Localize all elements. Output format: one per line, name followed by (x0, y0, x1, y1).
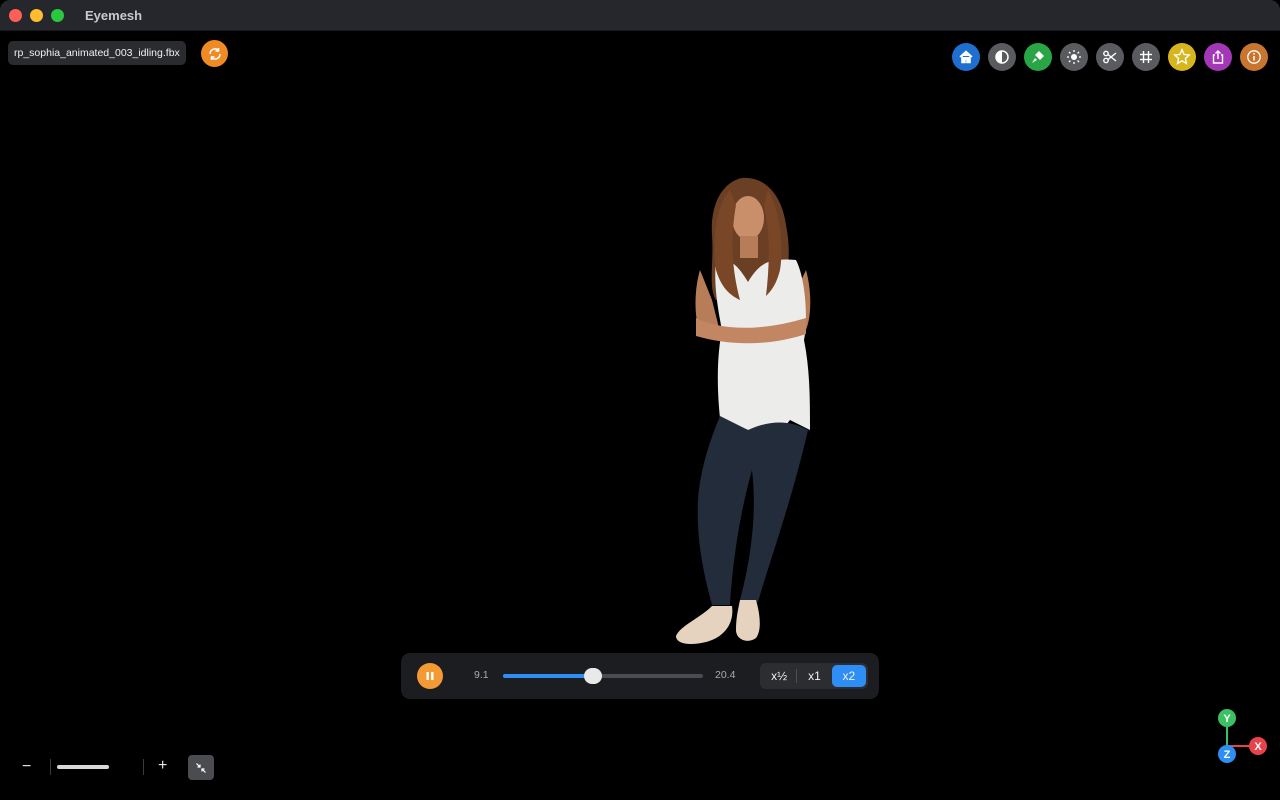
zoom-divider (50, 759, 51, 775)
zoom-slider[interactable] (57, 765, 109, 769)
z-axis-label: Z (1224, 749, 1231, 761)
app-window: Eyemesh rp_sophia_animated_003_idling.fb… (0, 0, 1280, 800)
speed-half-button[interactable]: x½ (762, 665, 796, 687)
zoom-out-button[interactable]: − (22, 758, 31, 776)
y-axis-label: Y (1223, 713, 1231, 725)
speed-1x-button[interactable]: x1 (797, 665, 831, 687)
animation-player: 9.1 20.4 x½ x1 x2 (401, 653, 879, 699)
axis-gizmo: Y X Z (1218, 709, 1267, 763)
current-time: 9.1 (474, 669, 489, 681)
zoom-control: − + (18, 754, 218, 780)
timeline-slider[interactable] (503, 668, 703, 684)
zoom-divider (143, 759, 144, 775)
speed-2x-button[interactable]: x2 (831, 665, 866, 687)
zoom-in-button[interactable]: + (158, 757, 167, 775)
timeline-progress (503, 674, 593, 678)
x-axis-label: X (1254, 741, 1262, 753)
total-time: 20.4 (715, 669, 736, 681)
speed-selector: x½ x1 x2 (760, 663, 868, 689)
pause-icon (426, 672, 434, 680)
collapse-arrows-icon (196, 762, 206, 773)
timeline-thumb[interactable] (584, 668, 602, 684)
fit-view-button[interactable] (188, 755, 214, 780)
character-model (676, 177, 811, 644)
pause-button[interactable] (417, 663, 443, 689)
